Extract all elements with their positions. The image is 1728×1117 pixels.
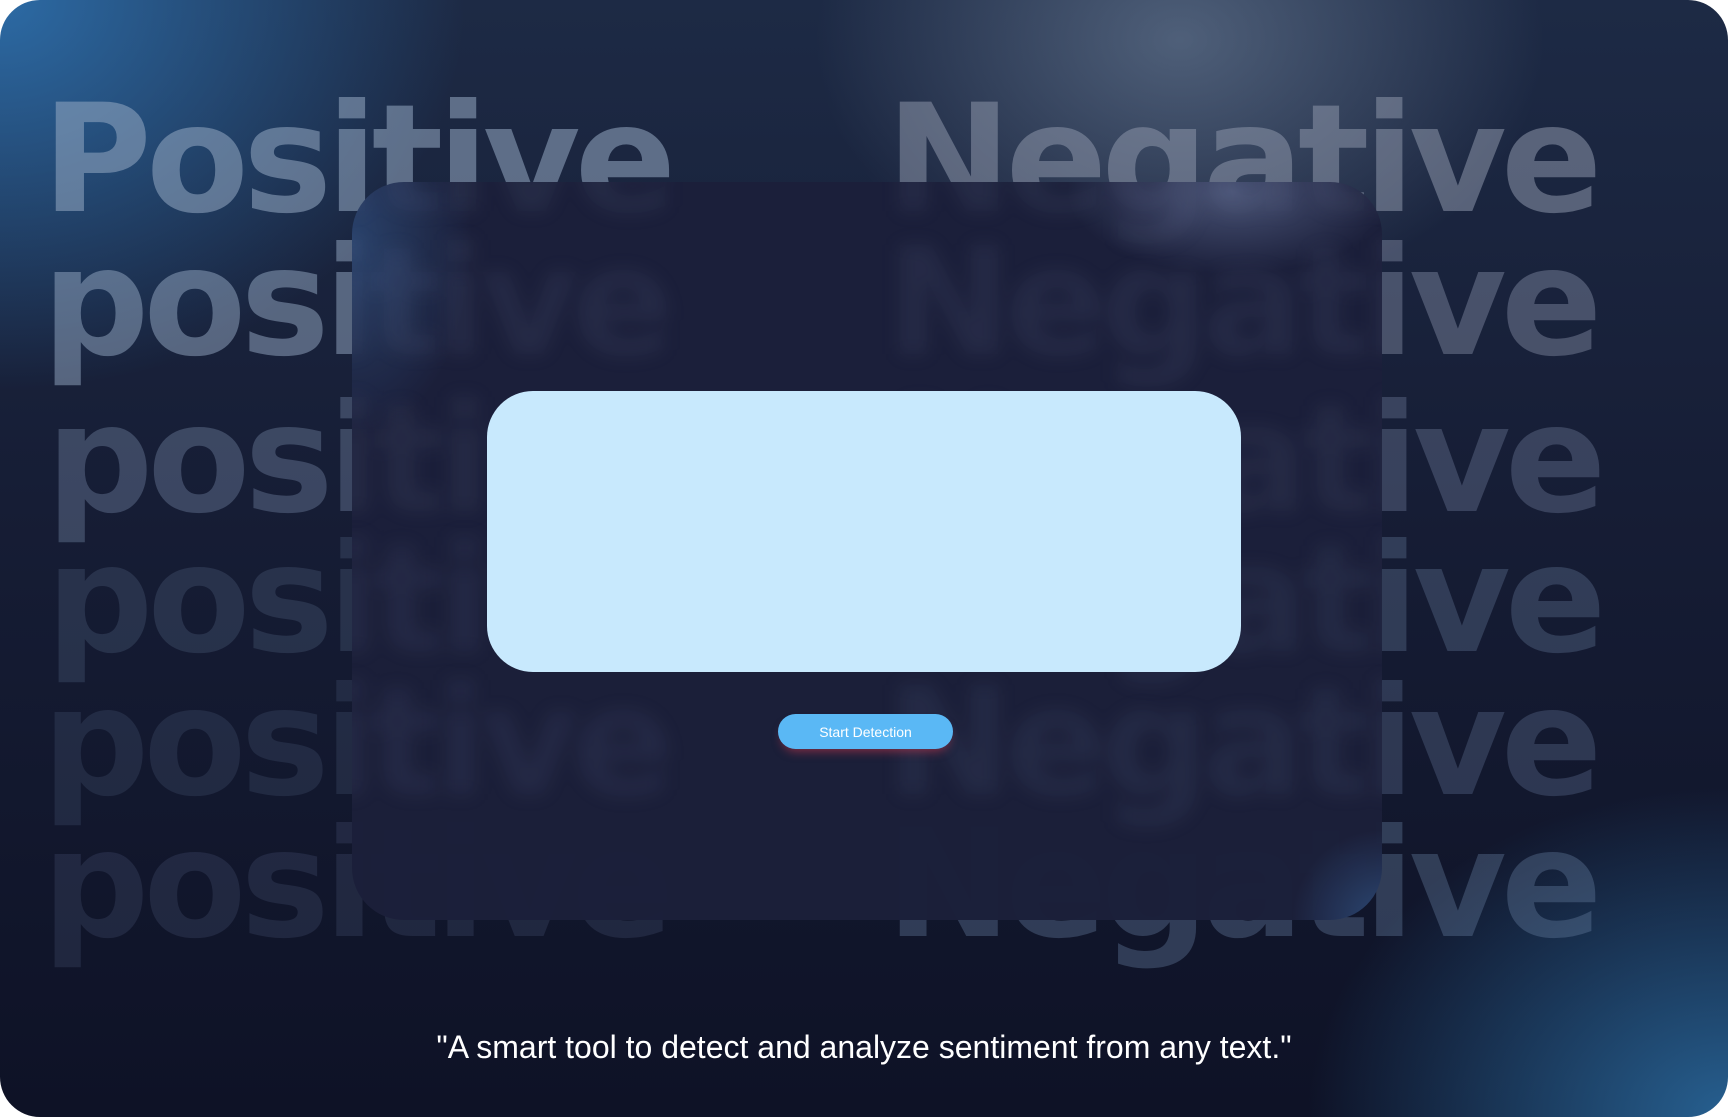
main-panel: Positive positive positive positive posi…	[352, 182, 1382, 920]
start-detection-button[interactable]: Start Detection	[778, 714, 953, 749]
panel-ghost-negative-5: Negative	[886, 656, 1382, 830]
app-window: Positive positive positive positive posi…	[0, 0, 1728, 1117]
panel-ghost-positive-5: positive	[352, 656, 674, 830]
panel-ghost-positive-2: positive	[352, 216, 674, 390]
panel-ghost-negative-2: Negative	[886, 216, 1382, 390]
tagline: "A smart tool to detect and analyze sent…	[436, 1029, 1292, 1065]
sentiment-text-input[interactable]	[487, 391, 1241, 672]
